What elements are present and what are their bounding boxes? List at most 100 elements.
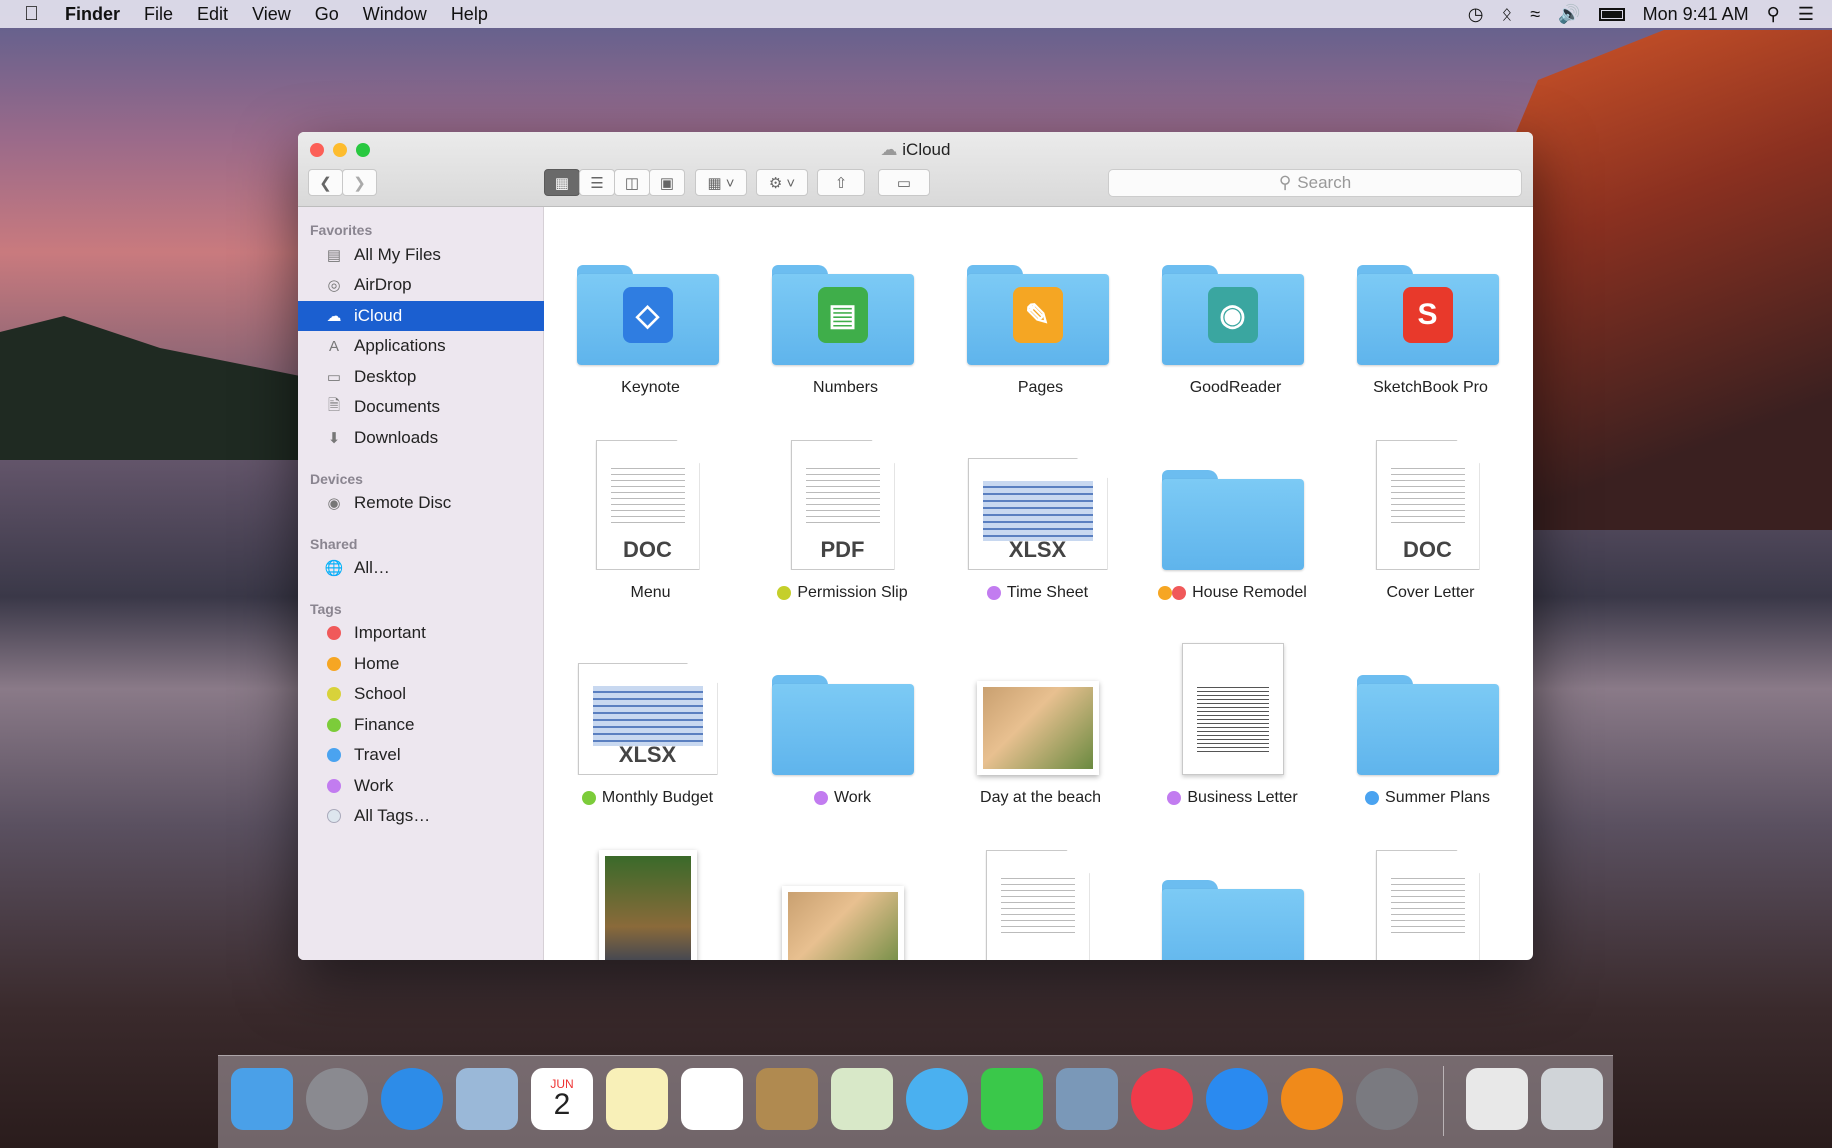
file-label: Pages bbox=[1012, 377, 1063, 399]
file-extension: DOC bbox=[623, 537, 672, 562]
search-placeholder: Search bbox=[1297, 173, 1352, 192]
file-item[interactable]: ▤ Numbers bbox=[745, 227, 940, 432]
sidebar-tag-important[interactable]: Important bbox=[298, 618, 544, 648]
contacts-icon[interactable] bbox=[756, 1068, 818, 1130]
file-item[interactable] bbox=[550, 842, 745, 960]
document-icon bbox=[985, 850, 1090, 960]
finder-icon[interactable] bbox=[231, 1068, 293, 1130]
sidebar-tag-finance[interactable]: Finance bbox=[298, 710, 544, 740]
file-item[interactable]: ◇ Keynote bbox=[550, 227, 745, 432]
sidebar-item-downloads[interactable]: ⬇ Downloads bbox=[298, 423, 544, 453]
wifi-icon[interactable]: ≈ bbox=[1530, 4, 1540, 25]
sidebar-item-label: iCloud bbox=[354, 306, 403, 325]
file-item[interactable]: ◉ GoodReader bbox=[1135, 227, 1330, 432]
file-item[interactable]: Work bbox=[745, 637, 940, 842]
file-item[interactable]: House Remodel bbox=[1135, 432, 1330, 637]
clock[interactable]: Mon 9:41 AM bbox=[1643, 4, 1749, 25]
photo-booth-icon[interactable] bbox=[1056, 1068, 1118, 1130]
sidebar-item-icloud[interactable]: ☁ iCloud bbox=[298, 301, 544, 331]
menu-finder[interactable]: Finder bbox=[65, 4, 120, 25]
sidebar-item-all-my-files[interactable]: ▤ All My Files bbox=[298, 240, 544, 270]
sidebar-tag-home[interactable]: Home bbox=[298, 649, 544, 679]
sidebar-tag-travel[interactable]: Travel bbox=[298, 740, 544, 770]
photo-thumbnail bbox=[976, 681, 1099, 775]
menu-edit[interactable]: Edit bbox=[197, 4, 228, 25]
folder-icon: ◉ bbox=[1161, 265, 1304, 365]
sidebar-item-desktop[interactable]: ▭ Desktop bbox=[298, 362, 544, 392]
file-item[interactable]: DOC Cover Letter bbox=[1330, 432, 1525, 637]
file-item[interactable]: DOC Menu bbox=[550, 432, 745, 637]
arrange-button[interactable]: ▦ ˅ bbox=[695, 169, 747, 196]
sidebar-item-label: AirDrop bbox=[354, 275, 412, 294]
tag-color-dot-icon bbox=[324, 685, 344, 703]
menu-go[interactable]: Go bbox=[315, 4, 339, 25]
file-grid-area: ◇ Keynote ▤ Numbers ✎ Pages ◉ GoodReader S Sketch… bbox=[545, 207, 1533, 960]
file-item[interactable] bbox=[1135, 842, 1330, 960]
app-store-icon[interactable] bbox=[1206, 1068, 1268, 1130]
calendar-icon[interactable]: JUN 2 bbox=[531, 1068, 593, 1130]
sidebar-item-shared-all[interactable]: 🌐 All… bbox=[298, 553, 544, 583]
sidebar-item-airdrop[interactable]: ◎ AirDrop bbox=[298, 270, 544, 300]
file-item[interactable] bbox=[940, 842, 1135, 960]
icon-view-button[interactable]: ▦ bbox=[544, 169, 580, 196]
ibooks-icon[interactable] bbox=[1281, 1068, 1343, 1130]
file-item[interactable]: XLSX Monthly Budget bbox=[550, 637, 745, 842]
menu-file[interactable]: File bbox=[144, 4, 173, 25]
bluetooth-icon[interactable]: ᛟ bbox=[1501, 4, 1512, 25]
sidebar-item-applications[interactable]: A Applications bbox=[298, 331, 544, 361]
search-input[interactable]: ⚲ Search bbox=[1108, 169, 1522, 197]
sidebar-tag-school[interactable]: School bbox=[298, 679, 544, 709]
safari-icon[interactable] bbox=[381, 1068, 443, 1130]
photo-thumbnail bbox=[598, 850, 697, 960]
file-item[interactable] bbox=[1330, 842, 1525, 960]
itunes-icon[interactable] bbox=[1131, 1068, 1193, 1130]
file-item[interactable] bbox=[745, 842, 940, 960]
battery-icon[interactable] bbox=[1598, 7, 1625, 21]
back-button[interactable]: ❮ bbox=[308, 169, 343, 196]
maps-icon[interactable] bbox=[831, 1068, 893, 1130]
tag-dot-icon bbox=[777, 586, 792, 600]
document-icon: DOC bbox=[1375, 440, 1480, 570]
forward-button[interactable]: ❯ bbox=[342, 169, 377, 196]
sidebar-item-label: All Tags… bbox=[354, 806, 431, 825]
spotlight-icon[interactable]: ⚲ bbox=[1767, 4, 1780, 25]
time-machine-icon[interactable]: ◷ bbox=[1468, 4, 1484, 25]
sidebar-tag-alltags[interactable]: All Tags… bbox=[298, 801, 544, 831]
sidebar-tag-work[interactable]: Work bbox=[298, 771, 544, 801]
system-preferences-icon[interactable] bbox=[1356, 1068, 1418, 1130]
file-item[interactable]: PDF Permission Slip bbox=[745, 432, 940, 637]
column-view-button[interactable]: ◫ bbox=[614, 169, 650, 196]
menu-view[interactable]: View bbox=[252, 4, 291, 25]
mail-icon[interactable] bbox=[456, 1068, 518, 1130]
notification-center-icon[interactable]: ☰ bbox=[1798, 4, 1814, 25]
file-grid: ◇ Keynote ▤ Numbers ✎ Pages ◉ GoodReader S Sketch… bbox=[550, 227, 1525, 960]
tag-button[interactable]: ▭ bbox=[878, 169, 930, 196]
menu-window[interactable]: Window bbox=[363, 4, 427, 25]
file-item[interactable]: ✎ Pages bbox=[940, 227, 1135, 432]
sidebar-item-documents[interactable]: 🗎 Documents bbox=[298, 392, 544, 422]
file-item[interactable]: XLSX Time Sheet bbox=[940, 432, 1135, 637]
action-gear-button[interactable]: ⚙ ˅ bbox=[756, 169, 808, 196]
file-item[interactable]: Day at the beach bbox=[940, 637, 1135, 842]
trash-icon[interactable] bbox=[1541, 1068, 1603, 1130]
list-view-button[interactable]: ☰ bbox=[579, 169, 615, 196]
file-item[interactable]: Business Letter bbox=[1135, 637, 1330, 842]
apple-menu-icon[interactable]:  bbox=[24, 3, 39, 26]
file-item[interactable]: S SketchBook Pro bbox=[1330, 227, 1525, 432]
launchpad-icon[interactable] bbox=[306, 1068, 368, 1130]
file-item[interactable]: Summer Plans bbox=[1330, 637, 1525, 842]
preview-icon[interactable] bbox=[1466, 1068, 1528, 1130]
volume-icon[interactable]: 🔊 bbox=[1558, 4, 1580, 25]
tag-dot-icon bbox=[1158, 586, 1173, 600]
cover-flow-button[interactable]: ▣ bbox=[649, 169, 685, 196]
messages-icon[interactable] bbox=[906, 1068, 968, 1130]
notes-icon[interactable] bbox=[606, 1068, 668, 1130]
facetime-icon[interactable] bbox=[981, 1068, 1043, 1130]
all-files-icon: ▤ bbox=[326, 247, 342, 264]
share-button[interactable]: ⇧ bbox=[817, 169, 865, 196]
reminders-icon[interactable] bbox=[681, 1068, 743, 1130]
menu-help[interactable]: Help bbox=[451, 4, 488, 25]
sidebar-item-remote-disc[interactable]: ◉ Remote Disc bbox=[298, 488, 544, 518]
document-icon bbox=[1375, 850, 1480, 960]
tags-header: Tags bbox=[310, 601, 342, 617]
